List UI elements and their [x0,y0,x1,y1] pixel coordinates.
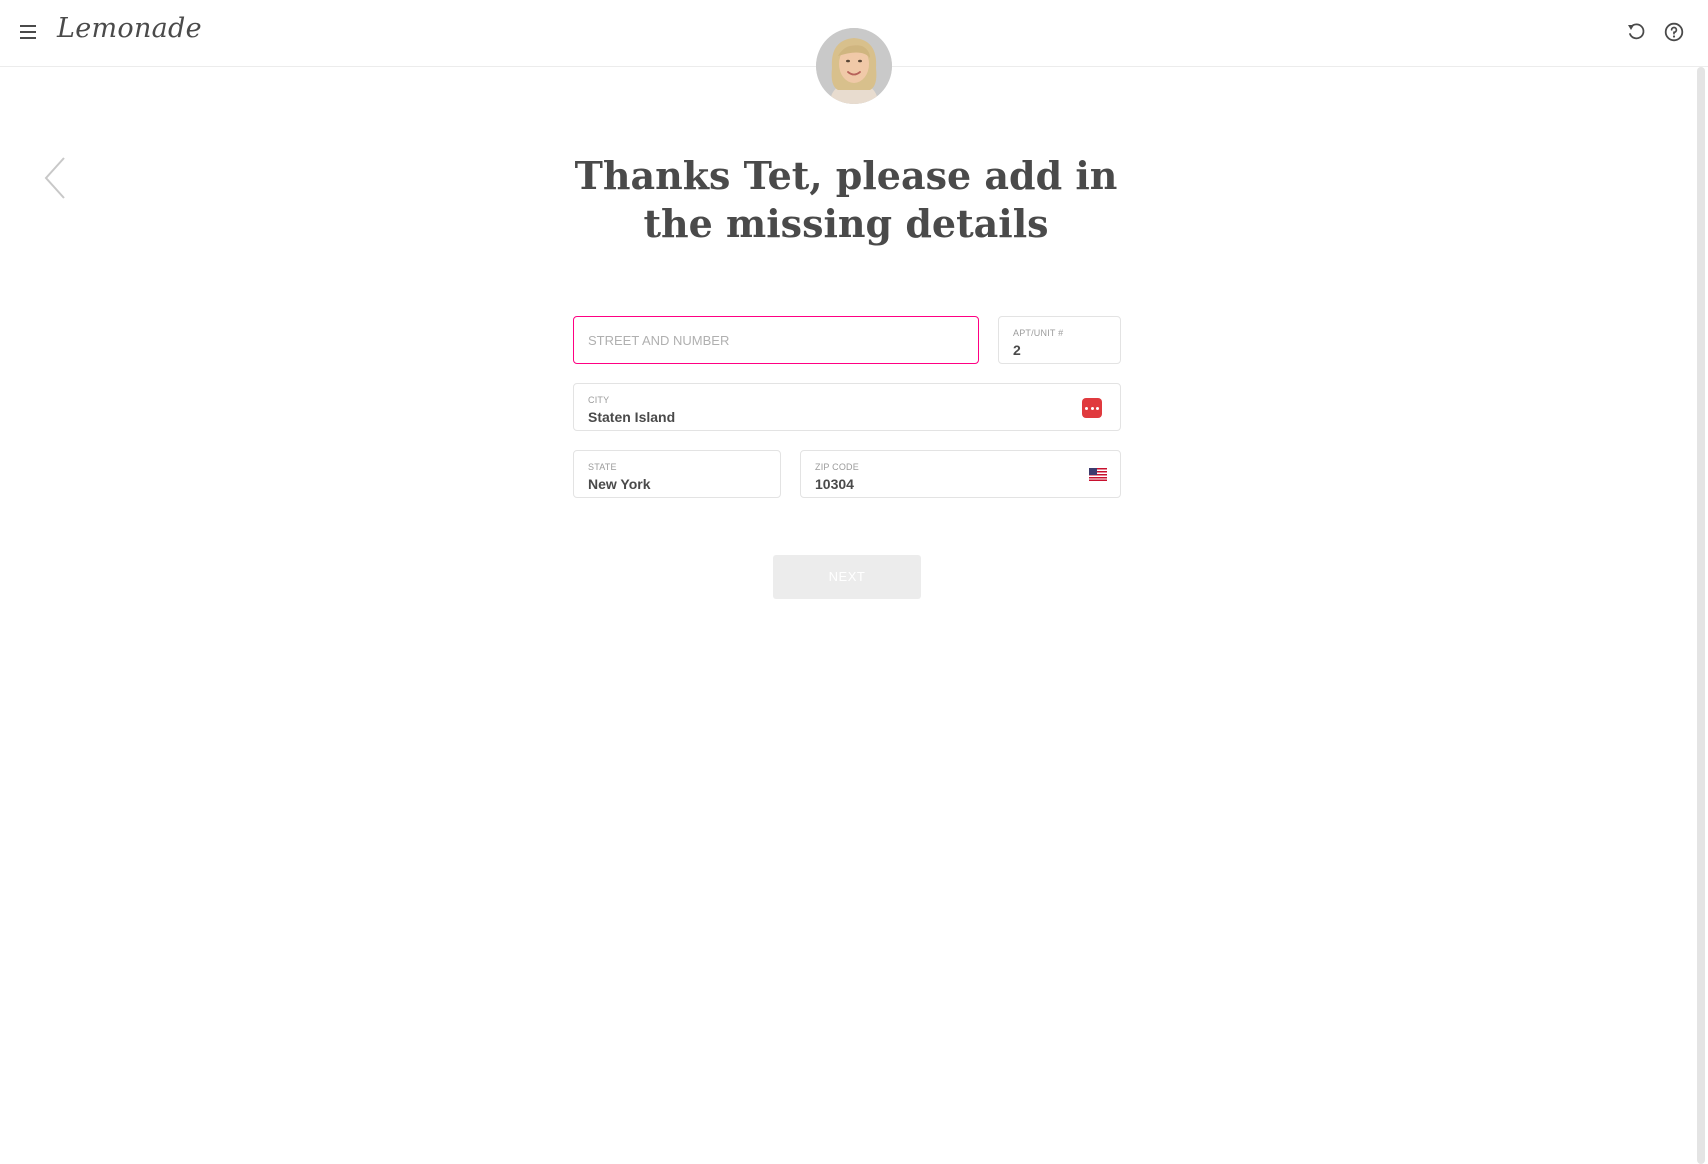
vertical-scrollbar[interactable] [1697,67,1705,1164]
lemonade-logo[interactable]: Lemonade [57,13,202,44]
state-input[interactable]: STATE New York [573,450,781,498]
state-value: New York [588,476,651,492]
zip-code-value: 10304 [815,476,854,492]
next-button[interactable]: NEXT [773,555,921,599]
zip-code-input[interactable]: ZIP CODE 10304 [800,450,1121,498]
apt-unit-input[interactable]: APT/UNIT # 2 [998,316,1121,364]
avatar [816,28,892,104]
chevron-left-icon[interactable] [44,156,68,200]
page: Lemonade Thanks Tet, please add in the m… [0,0,1708,1164]
state-label: STATE [588,462,617,472]
undo-icon[interactable] [1626,22,1646,42]
apt-unit-value: 2 [1013,342,1021,358]
street-placeholder: STREET AND NUMBER [588,333,730,348]
help-circle-icon[interactable] [1664,22,1684,42]
hamburger-menu-icon[interactable] [20,25,36,39]
city-value: Staten Island [588,409,676,425]
page-title: Thanks Tet, please add in the missing de… [574,153,1118,246]
us-flag-icon [1089,468,1107,481]
apt-unit-label: APT/UNIT # [1013,328,1064,338]
street-and-number-input[interactable]: STREET AND NUMBER [573,316,979,364]
city-label: CITY [588,395,610,405]
city-input[interactable]: CITY Staten Island [573,383,1121,431]
zip-code-label: ZIP CODE [815,462,859,472]
password-manager-icon[interactable] [1082,398,1102,418]
